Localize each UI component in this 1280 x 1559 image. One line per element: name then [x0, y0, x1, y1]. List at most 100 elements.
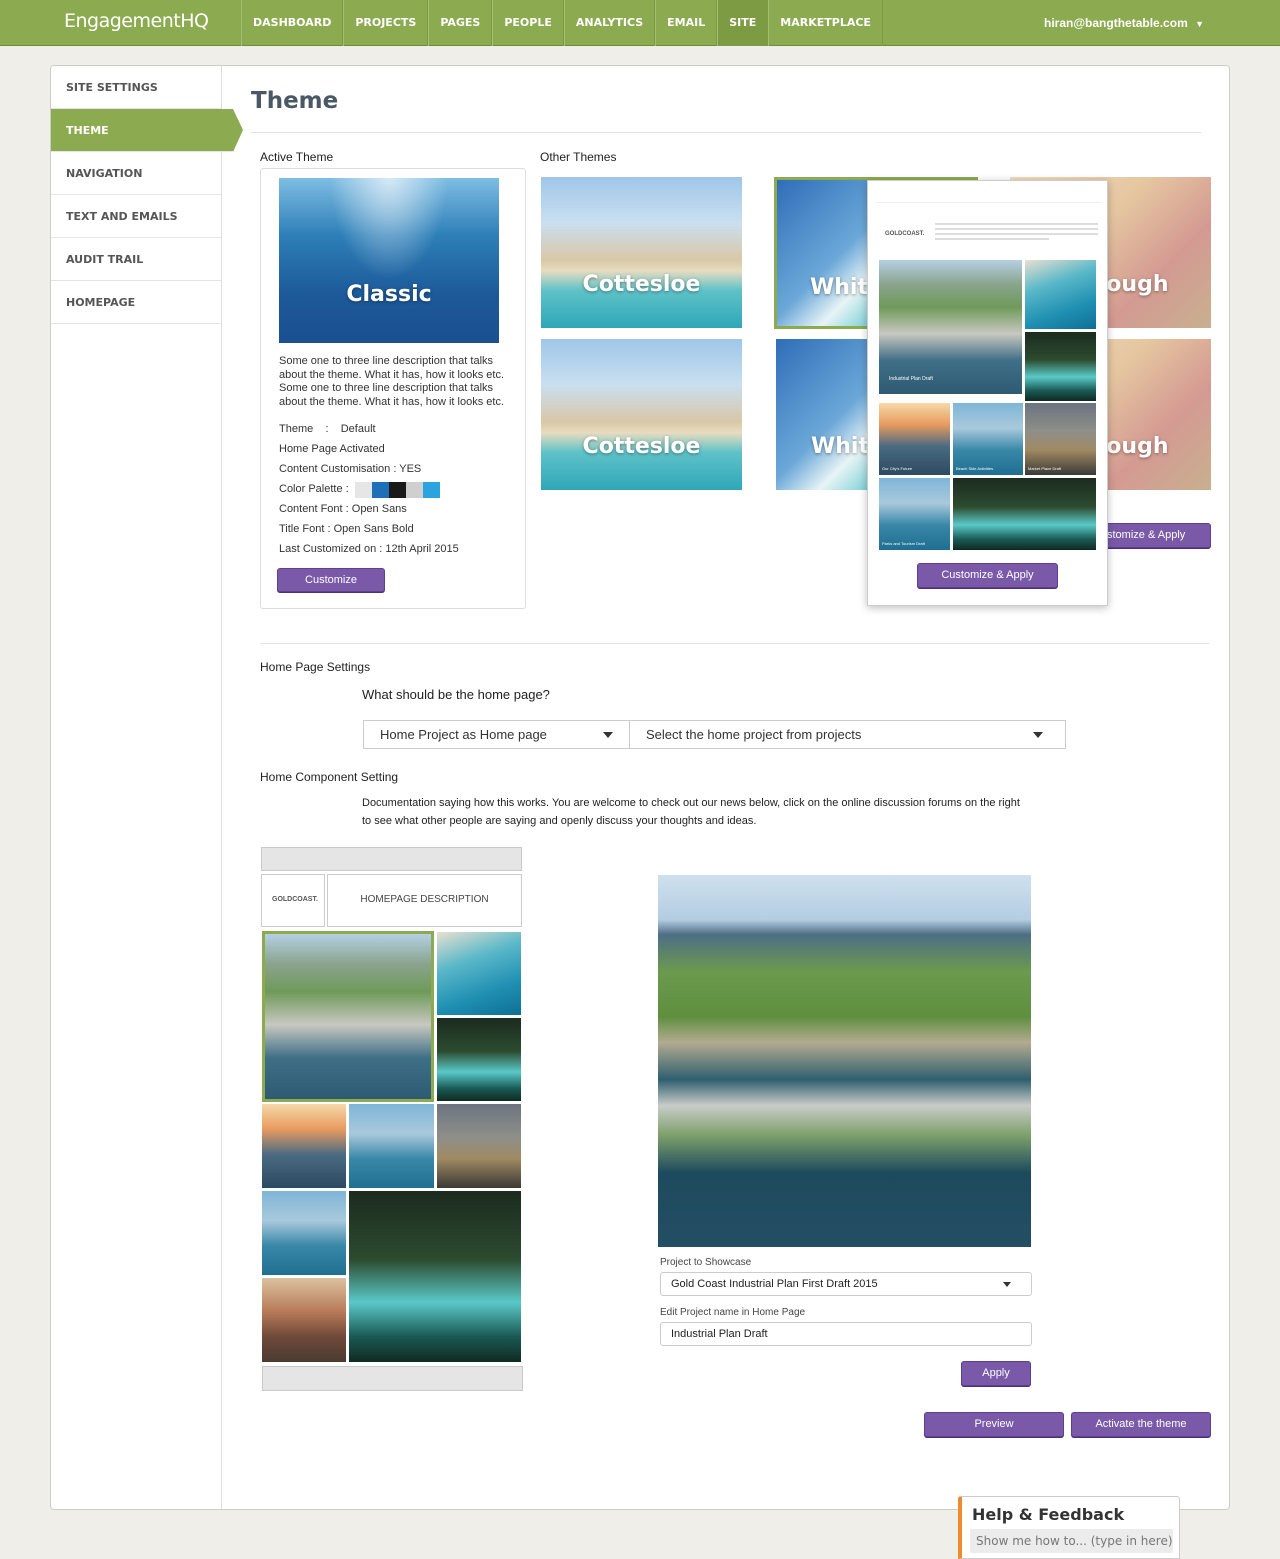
- nav-pages[interactable]: PAGES: [428, 0, 493, 46]
- preview-logo: GOLDCOAST.: [885, 231, 925, 237]
- preview-tile-beach: Beach Side Activities: [953, 403, 1023, 475]
- project-to-showcase-value: Gold Coast Industrial Plan First Draft 2…: [671, 1278, 878, 1290]
- project-to-showcase-select[interactable]: Gold Coast Industrial Plan First Draft 2…: [660, 1272, 1032, 1296]
- home-page-question: What should be the home page?: [362, 687, 550, 702]
- page-title: Theme: [251, 88, 339, 114]
- layout-tile-sunset[interactable]: [262, 1104, 346, 1188]
- home-page-status: Home Page Activated: [279, 443, 385, 455]
- chevron-down-icon: ▼: [1195, 19, 1204, 29]
- chevron-down-icon: [1003, 1282, 1011, 1287]
- preview-button[interactable]: Preview: [924, 1412, 1064, 1437]
- layout-tile-falls[interactable]: [437, 1018, 521, 1101]
- sidebar-item-audit-trail[interactable]: AUDIT TRAIL: [51, 238, 221, 281]
- layout-tile-storm[interactable]: [437, 1104, 521, 1188]
- theme-name: Cottesloe: [582, 434, 701, 459]
- tile-caption: Industrial Plan Draft: [889, 376, 933, 382]
- help-feedback-widget[interactable]: Help & Feedback Show me how to... (type …: [958, 1496, 1180, 1559]
- home-page-type-value: Home Project as Home page: [380, 727, 547, 742]
- home-project-select[interactable]: Select the home project from projects: [629, 720, 1066, 749]
- title-font: Title Font : Open Sans Bold: [279, 523, 414, 535]
- divider: [260, 643, 1209, 644]
- home-page-settings-heading: Home Page Settings: [260, 660, 371, 674]
- palette-swatch: [389, 482, 406, 498]
- activate-theme-button[interactable]: Activate the theme: [1071, 1412, 1211, 1437]
- home-page-type-select[interactable]: Home Project as Home page: [363, 720, 630, 749]
- layout-footer-bar: [262, 1366, 523, 1391]
- preview-description: [935, 223, 1098, 240]
- main-nav: DASHBOARD PROJECTS PAGES PEOPLE ANALYTIC…: [241, 0, 883, 46]
- showcase-project-image: [658, 875, 1031, 1247]
- help-title: Help & Feedback: [972, 1505, 1125, 1524]
- tile-caption: Our City's Future: [882, 466, 913, 471]
- user-menu[interactable]: hiran@bangthetable.com ▼: [1044, 16, 1204, 30]
- layout-tile-featured[interactable]: [262, 931, 434, 1102]
- sidebar-item-homepage[interactable]: HOMEPAGE: [51, 281, 221, 324]
- sidebar-item-text-and-emails[interactable]: TEXT AND EMAILS: [51, 195, 221, 238]
- palette-swatch: [372, 482, 389, 498]
- theme-thumbnail-cottesloe[interactable]: Cottesloe: [541, 177, 742, 328]
- sidebar-item-navigation[interactable]: NAVIGATION: [51, 152, 221, 195]
- preview-tile-parks: Parks and Tourism Draft: [879, 478, 950, 550]
- tile-caption: Market Place Draft: [1028, 466, 1062, 471]
- preview-tile-industrial: Industrial Plan Draft: [879, 260, 1022, 394]
- sidebar-item-theme[interactable]: THEME: [51, 109, 243, 152]
- color-palette-label: Color Palette :: [279, 483, 349, 495]
- theme-preview-popup: GOLDCOAST. Industrial Plan Draft Our Cit…: [867, 180, 1108, 606]
- documentation-text: Documentation saying how this works. You…: [362, 797, 1020, 827]
- top-bar: EngagementHQ DASHBOARD PROJECTS PAGES PE…: [0, 0, 1280, 46]
- help-search-input[interactable]: Show me how to... (type in here): [970, 1529, 1173, 1553]
- active-theme-heading: Active Theme: [260, 150, 334, 164]
- nav-email[interactable]: EMAIL: [655, 0, 718, 46]
- preview-tile-falls: [1025, 332, 1096, 401]
- nav-site[interactable]: SITE: [717, 0, 769, 46]
- preview-tile-ocean: [1025, 260, 1096, 329]
- chevron-down-icon: [1033, 732, 1043, 738]
- gold-coast-logo: GOLDCOAST.: [272, 896, 318, 903]
- theme-thumbnail-cottesloe-alt[interactable]: Cottesloe: [541, 339, 742, 490]
- project-to-showcase-label: Project to Showcase: [660, 1257, 752, 1268]
- layout-tile-ocean[interactable]: [437, 932, 521, 1015]
- layout-tile-island[interactable]: [262, 1191, 346, 1275]
- chevron-down-icon: [603, 732, 613, 738]
- classic-theme-thumbnail: Classic: [279, 178, 499, 343]
- active-theme-description: Some one to three line description that …: [279, 355, 505, 408]
- tile-caption: Beach Side Activities: [956, 466, 994, 471]
- preview-tile-waterfall: [953, 478, 1096, 550]
- preview-tile-future: Our City's Future: [879, 403, 950, 475]
- layout-tile-waterfall[interactable]: [349, 1191, 521, 1362]
- apply-button[interactable]: Apply: [961, 1361, 1031, 1386]
- palette-swatch: [423, 482, 440, 498]
- project-name-input[interactable]: Industrial Plan Draft: [660, 1322, 1032, 1346]
- nav-dashboard[interactable]: DASHBOARD: [241, 0, 344, 46]
- home-project-value: Select the home project from projects: [646, 727, 862, 742]
- divider: [251, 132, 1201, 133]
- classic-theme-name: Classic: [346, 282, 432, 307]
- preview-nav-bar: [876, 191, 1101, 203]
- homepage-description-label: HOMEPAGE DESCRIPTION: [360, 894, 489, 905]
- nav-marketplace[interactable]: MARKETPLACE: [768, 0, 883, 46]
- palette-swatch: [406, 482, 423, 498]
- settings-sidebar: SITE SETTINGS THEME NAVIGATION TEXT AND …: [51, 66, 243, 1509]
- app-logo[interactable]: EngagementHQ: [64, 10, 209, 32]
- active-theme-card: Classic Some one to three line descripti…: [260, 168, 526, 609]
- palette-swatch: [355, 482, 372, 498]
- layout-tile-balloon[interactable]: [262, 1278, 346, 1362]
- sidebar-item-site-settings[interactable]: SITE SETTINGS: [51, 66, 221, 109]
- tile-caption: Parks and Tourism Draft: [882, 541, 925, 546]
- layout-header-bar: [261, 847, 522, 871]
- customize-button[interactable]: Customize: [277, 568, 385, 592]
- layout-description-block[interactable]: HOMEPAGE DESCRIPTION: [327, 874, 522, 927]
- customize-apply-button[interactable]: Customize & Apply: [917, 563, 1058, 588]
- preview-tile-market: Market Place Draft: [1025, 403, 1096, 475]
- other-themes-heading: Other Themes: [540, 150, 617, 164]
- theme-name: Cottesloe: [582, 272, 701, 297]
- layout-tile-city[interactable]: [349, 1104, 434, 1188]
- edit-project-name-label: Edit Project name in Home Page: [660, 1307, 806, 1318]
- main-card: SITE SETTINGS THEME NAVIGATION TEXT AND …: [50, 65, 1230, 1510]
- layout-logo-block[interactable]: GOLDCOAST.: [261, 874, 325, 927]
- nav-analytics[interactable]: ANALYTICS: [563, 0, 656, 46]
- content-font: Content Font : Open Sans: [279, 503, 407, 515]
- color-palette: [355, 482, 440, 498]
- nav-projects[interactable]: PROJECTS: [343, 0, 429, 46]
- nav-people[interactable]: PEOPLE: [492, 0, 564, 46]
